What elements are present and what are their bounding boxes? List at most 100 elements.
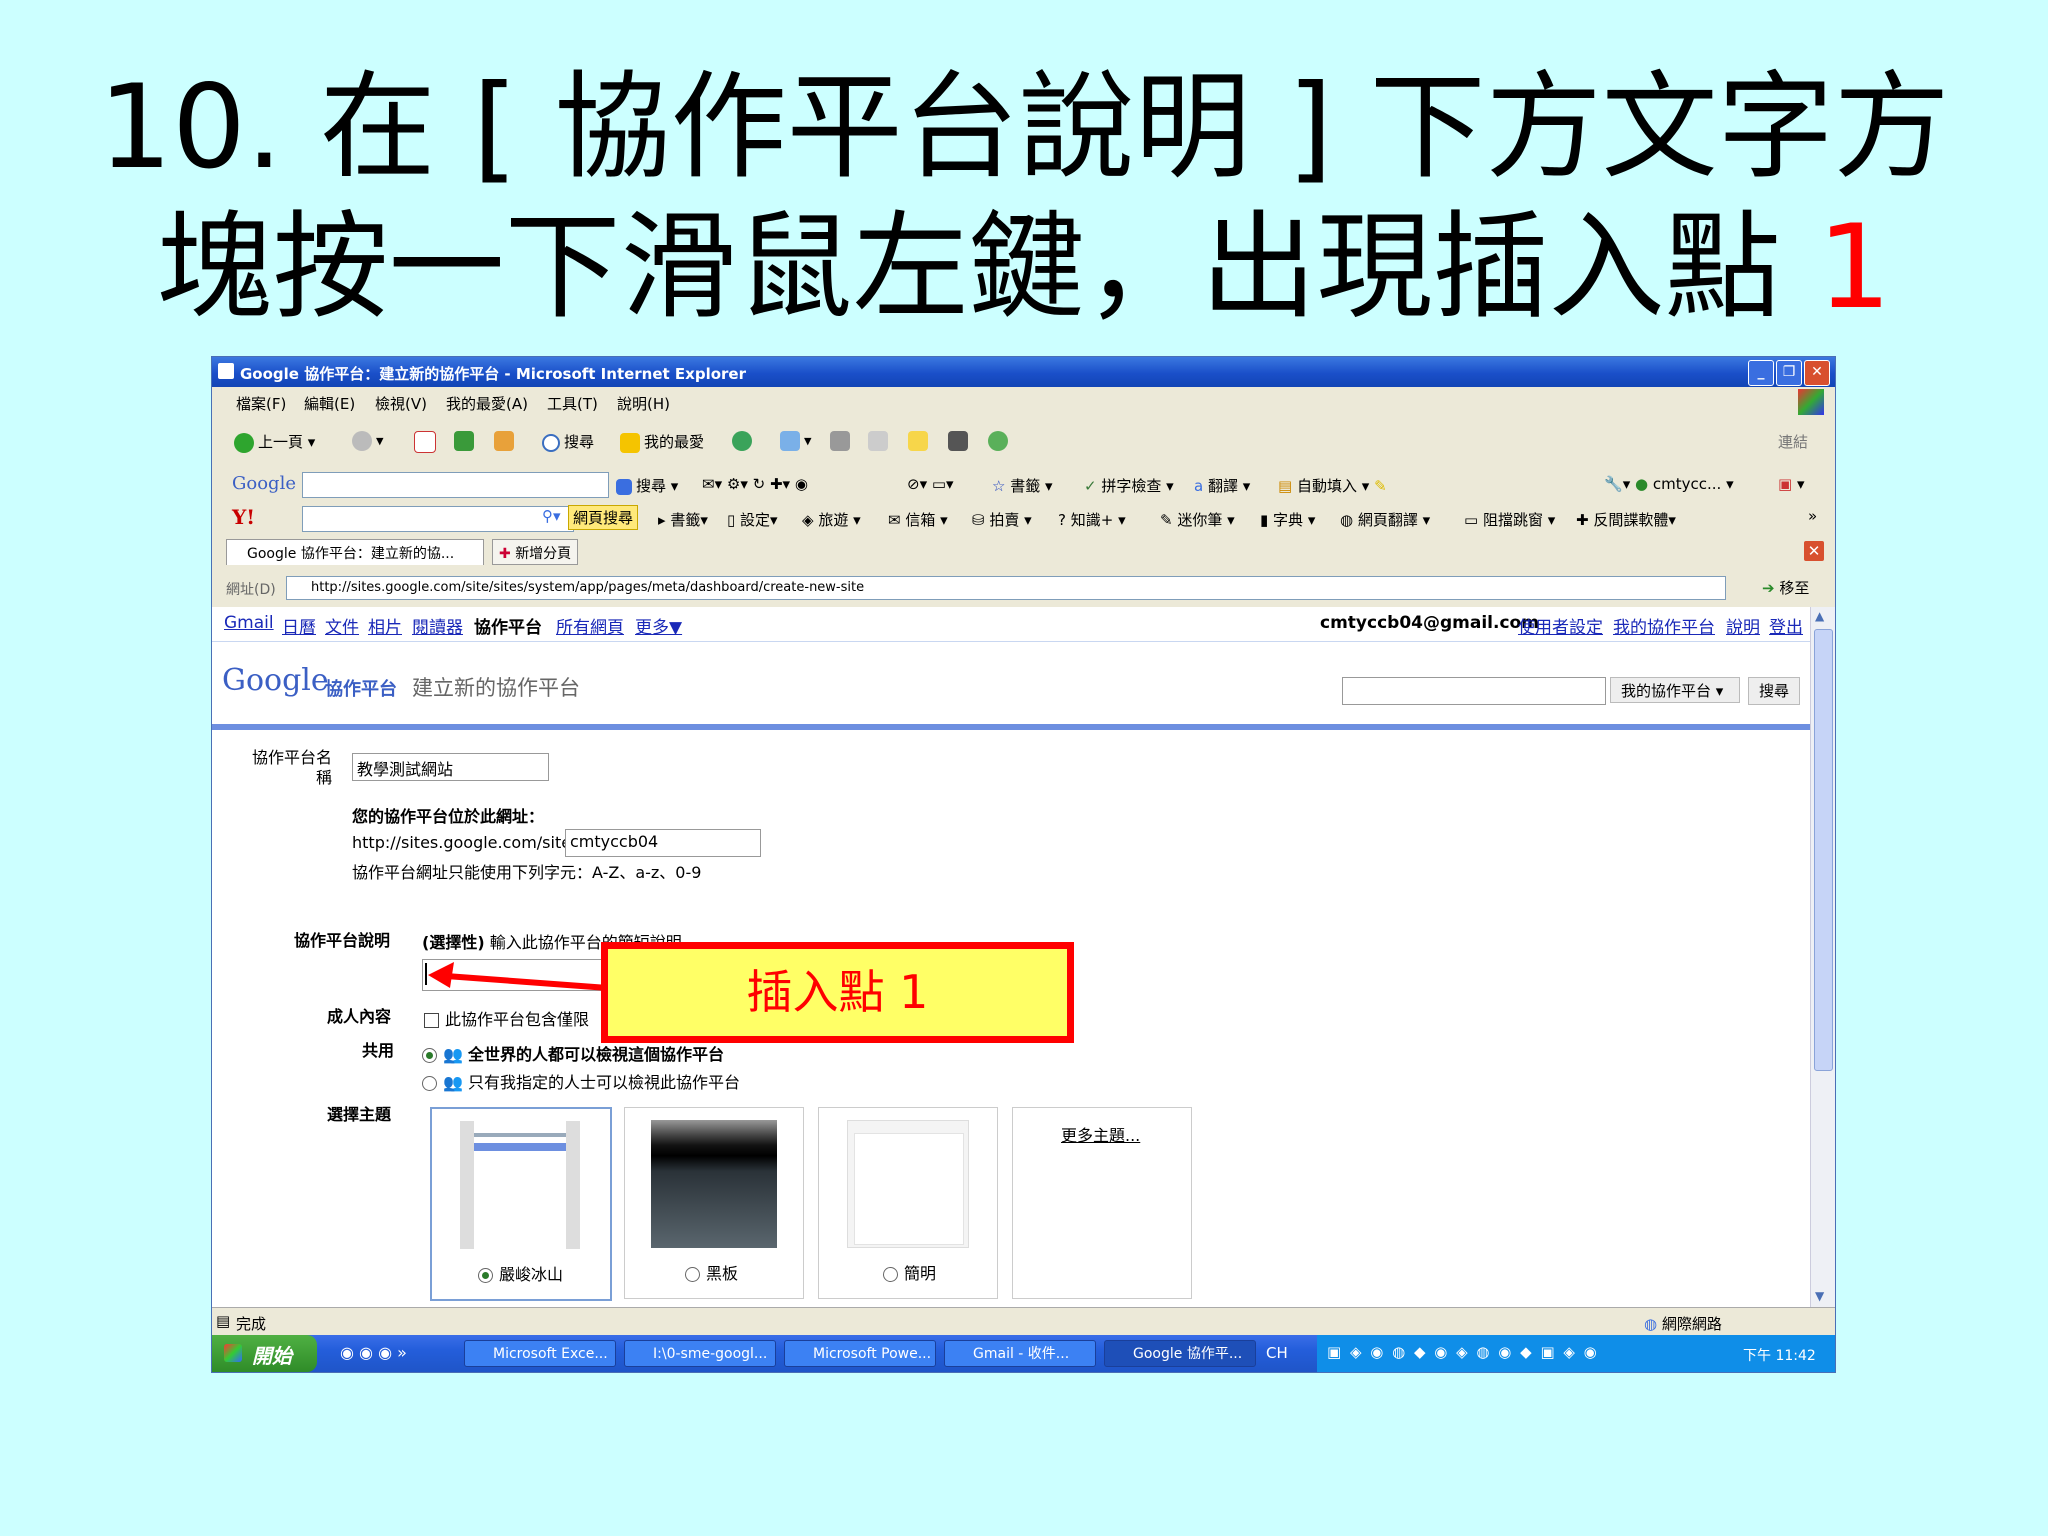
- site-name-input[interactable]: 教學測試網站: [352, 753, 549, 781]
- google-toolbar-spellcheck[interactable]: ✓ 拼字檢查 ▾: [1084, 475, 1174, 496]
- messenger-button[interactable]: [988, 431, 1012, 451]
- close-button[interactable]: ✕: [1804, 360, 1830, 386]
- nav-reader[interactable]: 閱讀器: [412, 613, 463, 638]
- back-button[interactable]: 上一頁 ▾: [234, 431, 315, 453]
- maximize-button[interactable]: ❐: [1776, 360, 1802, 386]
- forward-button[interactable]: ▾: [352, 431, 384, 451]
- yahoo-notepad[interactable]: ✎ 迷你筆 ▾: [1160, 509, 1235, 530]
- google-toolbar-icons[interactable]: ✉▾ ⚙▾ ↻ ✚▾ ◉: [702, 475, 808, 493]
- yahoo-web-search-button[interactable]: 網頁搜尋: [568, 505, 639, 530]
- input-language[interactable]: CH: [1266, 1344, 1288, 1362]
- nav-more[interactable]: 更多▼: [635, 613, 682, 638]
- start-button[interactable]: 開始: [212, 1335, 317, 1372]
- theme-option-iceberg[interactable]: 嚴峻冰山: [430, 1107, 612, 1301]
- stop-button[interactable]: [414, 431, 440, 453]
- taskbar-excel[interactable]: Microsoft Exce...: [464, 1340, 616, 1367]
- scroll-down-icon[interactable]: ▼: [1815, 1289, 1824, 1303]
- tab-new[interactable]: ✚ 新增分頁: [492, 539, 579, 565]
- nav-photos[interactable]: 相片: [368, 613, 402, 638]
- yahoo-dictionary[interactable]: ▮ 字典 ▾: [1260, 509, 1315, 530]
- yahoo-toolbar-more[interactable]: »: [1808, 507, 1817, 525]
- taskbar-gmail[interactable]: Gmail - 收件...: [944, 1340, 1096, 1367]
- adult-content-checkbox[interactable]: [424, 1013, 439, 1028]
- nav-docs[interactable]: 文件: [325, 613, 359, 638]
- mail-button[interactable]: ▾: [780, 431, 812, 451]
- edit-button[interactable]: [868, 431, 892, 451]
- history-button[interactable]: [732, 431, 756, 451]
- share-private-option[interactable]: 👥 只有我指定的人士可以檢視此協作平台: [422, 1069, 740, 1093]
- favorites-button[interactable]: 我的最愛: [620, 431, 704, 453]
- theme-option-blackboard[interactable]: 黑板: [624, 1107, 804, 1299]
- tab-active[interactable]: Google 協作平台：建立新的協...: [226, 539, 484, 565]
- theme-option-simple[interactable]: 簡明: [818, 1107, 998, 1299]
- google-toolbar-bookmarks[interactable]: ☆ 書籤 ▾: [992, 475, 1053, 496]
- theme-blackboard-option[interactable]: 黑板: [685, 1260, 738, 1284]
- go-button[interactable]: ➔ 移至: [1762, 577, 1809, 598]
- menu-edit[interactable]: 編輯(E): [304, 393, 355, 414]
- menu-file[interactable]: 檔案(F): [236, 393, 286, 414]
- theme-iceberg-option[interactable]: 嚴峻冰山: [478, 1261, 563, 1285]
- links-label[interactable]: 連結: [1778, 431, 1808, 452]
- yahoo-popup-blocker[interactable]: ▭ 阻擋跳窗 ▾: [1464, 509, 1555, 530]
- home-icon: [494, 431, 514, 451]
- site-search-input[interactable]: [1342, 677, 1606, 705]
- menu-view[interactable]: 檢視(V): [375, 393, 427, 414]
- yahoo-auction[interactable]: ⛁ 拍賣 ▾: [972, 509, 1032, 530]
- refresh-button[interactable]: [454, 431, 478, 451]
- yahoo-search-input[interactable]: [302, 506, 574, 532]
- tab-close-icon[interactable]: ✕: [1804, 541, 1824, 561]
- yahoo-web-translate[interactable]: ◍ 網頁翻譯 ▾: [1340, 509, 1430, 530]
- theme-simple-option[interactable]: 簡明: [883, 1260, 936, 1284]
- address-input[interactable]: http://sites.google.com/site/sites/syste…: [286, 576, 1726, 600]
- nav-user-settings[interactable]: 使用者設定: [1518, 613, 1603, 638]
- nav-sign-out[interactable]: 登出: [1769, 613, 1803, 638]
- taskbar-powerpoint[interactable]: Microsoft Powe...: [784, 1340, 936, 1367]
- nav-help[interactable]: 說明: [1726, 613, 1760, 638]
- yahoo-mail[interactable]: ✉ 信箱 ▾: [888, 509, 948, 530]
- site-search-button[interactable]: 搜尋: [1748, 677, 1800, 705]
- nav-all-pages[interactable]: 所有網頁: [556, 613, 624, 638]
- theme-iceberg-radio[interactable]: [478, 1268, 493, 1283]
- print-button[interactable]: [830, 431, 854, 451]
- taskbar-folder[interactable]: I:\0-sme-googl...: [624, 1340, 776, 1367]
- theme-blackboard-radio[interactable]: [685, 1267, 700, 1282]
- share-private-radio[interactable]: [422, 1076, 437, 1091]
- scroll-up-icon[interactable]: ▲: [1815, 609, 1824, 623]
- google-toolbar-account[interactable]: 🔧▾ ● cmtycc... ▾: [1604, 475, 1734, 493]
- google-toolbar-popup[interactable]: ⊘▾ ▭▾: [907, 475, 954, 493]
- vertical-scrollbar[interactable]: ▲ ▼: [1810, 607, 1835, 1307]
- adult-content-option[interactable]: 此協作平台包含僅限: [424, 1006, 589, 1030]
- menu-tools[interactable]: 工具(T): [547, 393, 598, 414]
- my-sites-dropdown[interactable]: 我的協作平台 ▾: [1610, 677, 1740, 703]
- yahoo-knowledge[interactable]: ? 知識+ ▾: [1058, 509, 1126, 530]
- note-button[interactable]: [908, 431, 932, 451]
- yahoo-search-icon[interactable]: ⚲▾: [542, 507, 561, 525]
- search-button[interactable]: 搜尋: [542, 431, 594, 452]
- quick-launch-icons[interactable]: ◉ ◉ ◉ »: [340, 1343, 407, 1362]
- research-button[interactable]: [948, 431, 972, 451]
- menu-favorites[interactable]: 我的最愛(A): [446, 393, 528, 414]
- theme-simple-radio[interactable]: [883, 1267, 898, 1282]
- share-public-option[interactable]: 👥 全世界的人都可以檢視這個協作平台: [422, 1041, 724, 1065]
- tray-icons[interactable]: ▣ ◈ ◉ ◍ ◆ ◉ ◈ ◍ ◉ ◆ ▣ ◈ ◉: [1327, 1343, 1599, 1361]
- menu-help[interactable]: 說明(H): [617, 393, 670, 414]
- yahoo-settings[interactable]: ▯ 設定▾: [727, 509, 778, 530]
- share-public-radio[interactable]: [422, 1048, 437, 1063]
- google-toolbar-pdf[interactable]: ▣ ▾: [1778, 475, 1805, 493]
- yahoo-bookmarks[interactable]: ▸ 書籤▾: [658, 509, 708, 530]
- google-toolbar-translate[interactable]: a 翻譯 ▾: [1194, 475, 1250, 496]
- nav-gmail[interactable]: Gmail: [224, 613, 274, 633]
- yahoo-travel[interactable]: ◈ 旅遊 ▾: [802, 509, 861, 530]
- google-toolbar-search-input[interactable]: [302, 472, 609, 498]
- home-button[interactable]: [494, 431, 518, 451]
- google-toolbar-search[interactable]: 搜尋 ▾: [616, 475, 678, 496]
- yahoo-antispyware[interactable]: ✚ 反間諜軟體▾: [1576, 509, 1676, 530]
- google-toolbar-autofill[interactable]: ▤ 自動填入 ▾ ✎: [1278, 475, 1387, 496]
- more-themes-link[interactable]: 更多主題...: [1061, 1122, 1140, 1146]
- nav-my-sites[interactable]: 我的協作平台: [1613, 613, 1715, 638]
- scrollbar-thumb[interactable]: [1814, 629, 1833, 1071]
- nav-calendar[interactable]: 日曆: [282, 613, 316, 638]
- taskbar-google-sites[interactable]: Google 協作平...: [1104, 1340, 1256, 1367]
- minimize-button[interactable]: _: [1748, 360, 1774, 386]
- site-url-input[interactable]: cmtyccb04: [565, 829, 761, 857]
